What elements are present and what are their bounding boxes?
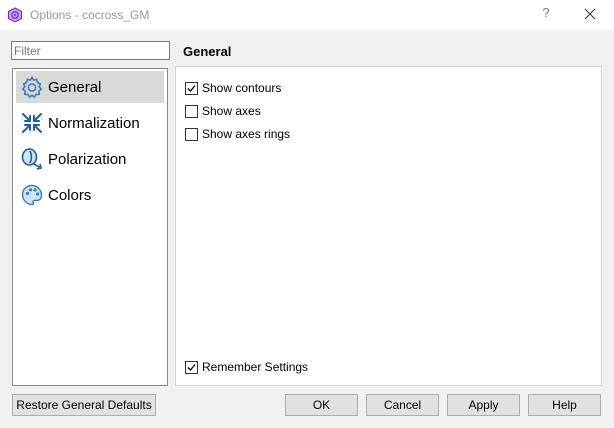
sidebar-item-colors[interactable]: Colors [16, 179, 164, 211]
category-list: General Normalization Polarization Color… [12, 68, 168, 386]
checkbox-label: Show contours [202, 81, 282, 95]
checkbox-box[interactable] [185, 82, 198, 95]
checkmark-icon [187, 364, 196, 371]
page-title: General [183, 44, 232, 59]
polarization-icon [21, 148, 42, 170]
checkbox-box[interactable] [185, 361, 198, 374]
cancel-button[interactable]: Cancel [366, 394, 439, 416]
button-label: Cancel [383, 398, 422, 412]
window-title: Options - cocross_GM [30, 8, 150, 22]
help-button[interactable]: Help [528, 394, 601, 416]
close-icon[interactable] [578, 3, 602, 25]
checkbox-label: Remember Settings [202, 360, 309, 374]
sidebar-item-label: General [48, 79, 102, 96]
button-label: Help [552, 398, 577, 412]
button-label: OK [312, 398, 331, 412]
checkbox-box[interactable] [185, 128, 198, 141]
button-label: Apply [468, 398, 499, 412]
title-bar: Options - cocross_GM ? [0, 0, 614, 30]
sidebar-item-label: Polarization [48, 151, 127, 168]
app-icon [7, 7, 23, 23]
checkbox-label: Show axes [202, 104, 261, 118]
sidebar-item-general[interactable]: General [16, 71, 164, 103]
sidebar-item-normalization[interactable]: Normalization [16, 107, 164, 139]
settings-panel: Show contours Show axes Show axes rings … [175, 66, 602, 386]
sidebar-item-label: Normalization [48, 115, 140, 132]
gear-icon [21, 75, 43, 99]
help-title-button[interactable]: ? [538, 5, 554, 23]
sidebar-item-polarization[interactable]: Polarization [16, 143, 164, 175]
palette-icon [21, 184, 43, 206]
apply-button[interactable]: Apply [447, 394, 520, 416]
filter-input[interactable] [11, 41, 170, 60]
sidebar-item-label: Colors [48, 187, 92, 204]
restore-defaults-button[interactable]: Restore General Defaults [12, 394, 156, 416]
checkbox-box[interactable] [185, 105, 198, 118]
checkbox-label: Show axes rings [202, 127, 291, 141]
ok-button[interactable]: OK [285, 394, 358, 416]
normalization-icon [22, 113, 42, 133]
checkmark-icon [187, 85, 196, 92]
button-label: Restore General Defaults [16, 398, 152, 412]
